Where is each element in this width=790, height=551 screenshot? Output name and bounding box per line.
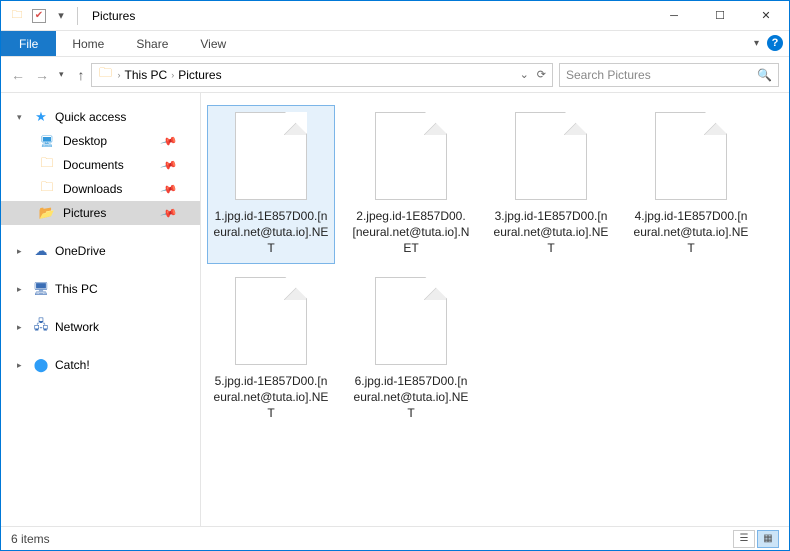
breadcrumb: This PC — [125, 68, 168, 82]
close-button[interactable]: ✕ — [743, 1, 789, 30]
sidebar-item-network[interactable]: ▸ 🖧 Network — [1, 315, 200, 339]
sidebar-item-label: Documents — [63, 158, 124, 172]
quick-access-toolbar: 🗀 ✔ ▾ — [1, 6, 88, 26]
tab-share[interactable]: Share — [120, 31, 184, 56]
tab-home[interactable]: Home — [56, 31, 120, 56]
title-bar: 🗀 ✔ ▾ Pictures ─ ☐ ✕ — [1, 1, 789, 31]
sidebar-item-label: Catch! — [55, 358, 90, 372]
chevron-right-icon: › — [118, 70, 121, 80]
expand-icon: ▸ — [17, 360, 27, 371]
up-button[interactable]: ↑ — [78, 67, 85, 83]
ribbon: File Home Share View ▾ ? — [1, 31, 789, 57]
sidebar-item-documents[interactable]: 🗀 Documents 📌 — [1, 153, 200, 177]
icons-view-button[interactable]: ▦ — [757, 530, 779, 548]
chevron-right-icon: › — [171, 70, 174, 80]
pin-icon: 📌 — [160, 156, 178, 174]
net-icon: 🖧 — [33, 319, 49, 335]
sidebar-item-pictures[interactable]: 📂 Pictures 📌 — [1, 201, 200, 225]
sidebar-item-onedrive[interactable]: ▸ ☁ OneDrive — [1, 239, 200, 263]
ribbon-collapse-icon[interactable]: ▾ — [754, 38, 759, 49]
sidebar-item-label: This PC — [55, 282, 98, 296]
status-bar: 6 items ☰ ▦ — [1, 526, 789, 550]
search-placeholder: Search Pictures — [566, 68, 651, 82]
qat-separator — [77, 7, 78, 25]
breadcrumb-this-pc[interactable]: This PC — [125, 68, 168, 82]
breadcrumb-pictures[interactable]: Pictures — [178, 68, 221, 82]
folder-icon: 🗀 — [39, 157, 55, 173]
pin-icon: 📌 — [160, 180, 178, 198]
breadcrumb: Pictures — [178, 68, 221, 82]
folder-icon: 🗀 — [39, 181, 55, 197]
sidebar-item-label: OneDrive — [55, 244, 106, 258]
star-icon: ★ — [33, 109, 49, 125]
sidebar-item-label: Downloads — [63, 182, 122, 196]
sidebar-item-label: Desktop — [63, 134, 107, 148]
details-view-button[interactable]: ☰ — [733, 530, 755, 548]
file-name: 3.jpg.id-1E857D00.[neural.net@tuta.io].N… — [492, 208, 610, 257]
sidebar-item-catch![interactable]: ▸ ⬤ Catch! — [1, 353, 200, 377]
file-icon — [375, 112, 447, 200]
file-icon — [235, 277, 307, 365]
expand-icon: ▸ — [17, 322, 27, 333]
expand-icon: ▸ — [17, 284, 27, 295]
app-icon: 🗀 — [7, 6, 27, 26]
window-title: Pictures — [88, 9, 651, 23]
file-icon — [375, 277, 447, 365]
folderopen-icon: 📂 — [39, 205, 55, 221]
qat-properties[interactable]: ✔ — [29, 6, 49, 26]
file-name: 5.jpg.id-1E857D00.[neural.net@tuta.io].N… — [212, 373, 330, 422]
folder-icon: 🗀 — [98, 67, 114, 83]
minimize-button[interactable]: ─ — [651, 1, 697, 30]
qat-dropdown[interactable]: ▾ — [51, 6, 71, 26]
file-item[interactable]: 2.jpeg.id-1E857D00.[neural.net@tuta.io].… — [347, 105, 475, 264]
search-input[interactable]: Search Pictures 🔍 — [559, 63, 779, 87]
address-bar[interactable]: 🗀 › This PC › Pictures ⌄ ⟳ — [91, 63, 553, 87]
sidebar-item-desktop[interactable]: 🖥 Desktop 📌 — [1, 129, 200, 153]
quick-access-label: Quick access — [55, 110, 126, 124]
cloud-icon: ☁ — [33, 243, 49, 259]
file-name: 4.jpg.id-1E857D00.[neural.net@tuta.io].N… — [632, 208, 750, 257]
navigation-pane: ▾ ★ Quick access 🖥 Desktop 📌 🗀 Documents 📌 🗀 Do… — [1, 93, 201, 526]
file-name: 2.jpeg.id-1E857D00.[neural.net@tuta.io].… — [352, 208, 470, 257]
back-button[interactable]: ← — [11, 67, 25, 83]
pin-icon: 📌 — [160, 204, 178, 222]
history-dropdown[interactable]: ▾ — [59, 69, 64, 80]
file-tab[interactable]: File — [1, 31, 56, 56]
pin-icon: 📌 — [160, 132, 178, 150]
file-grid: 1.jpg.id-1E857D00.[neural.net@tuta.io].N… — [207, 105, 783, 428]
file-name: 1.jpg.id-1E857D00.[neural.net@tuta.io].N… — [212, 208, 330, 257]
file-icon — [655, 112, 727, 200]
sidebar-item-label: Pictures — [63, 206, 106, 220]
nav-bar: ← → ▾ ↑ 🗀 › This PC › Pictures ⌄ ⟳ Searc… — [1, 57, 789, 93]
window-controls: ─ ☐ ✕ — [651, 1, 789, 30]
content-area[interactable]: 1.jpg.id-1E857D00.[neural.net@tuta.io].N… — [201, 93, 789, 526]
pc-icon: 🖥 — [33, 281, 49, 297]
file-icon — [235, 112, 307, 200]
expand-icon: ▾ — [17, 112, 27, 123]
catch-icon: ⬤ — [33, 357, 49, 373]
sidebar-item-label: Network — [55, 320, 99, 334]
file-icon — [515, 112, 587, 200]
address-dropdown-icon[interactable]: ⌄ — [520, 68, 529, 81]
sidebar-item-downloads[interactable]: 🗀 Downloads 📌 — [1, 177, 200, 201]
refresh-icon[interactable]: ⟳ — [537, 68, 546, 81]
search-icon: 🔍 — [757, 68, 772, 82]
item-count: 6 items — [11, 532, 50, 546]
file-item[interactable]: 3.jpg.id-1E857D00.[neural.net@tuta.io].N… — [487, 105, 615, 264]
sidebar-item-this pc[interactable]: ▸ 🖥 This PC — [1, 277, 200, 301]
file-name: 6.jpg.id-1E857D00.[neural.net@tuta.io].N… — [352, 373, 470, 422]
tab-view[interactable]: View — [184, 31, 242, 56]
desktop-icon: 🖥 — [39, 133, 55, 149]
file-item[interactable]: 1.jpg.id-1E857D00.[neural.net@tuta.io].N… — [207, 105, 335, 264]
file-item[interactable]: 6.jpg.id-1E857D00.[neural.net@tuta.io].N… — [347, 270, 475, 429]
maximize-button[interactable]: ☐ — [697, 1, 743, 30]
expand-icon: ▸ — [17, 246, 27, 257]
file-item[interactable]: 4.jpg.id-1E857D00.[neural.net@tuta.io].N… — [627, 105, 755, 264]
help-icon[interactable]: ? — [767, 35, 783, 51]
explorer-body: ▾ ★ Quick access 🖥 Desktop 📌 🗀 Documents 📌 🗀 Do… — [1, 93, 789, 526]
file-item[interactable]: 5.jpg.id-1E857D00.[neural.net@tuta.io].N… — [207, 270, 335, 429]
quick-access-header[interactable]: ▾ ★ Quick access — [1, 105, 200, 129]
forward-button[interactable]: → — [35, 67, 49, 83]
